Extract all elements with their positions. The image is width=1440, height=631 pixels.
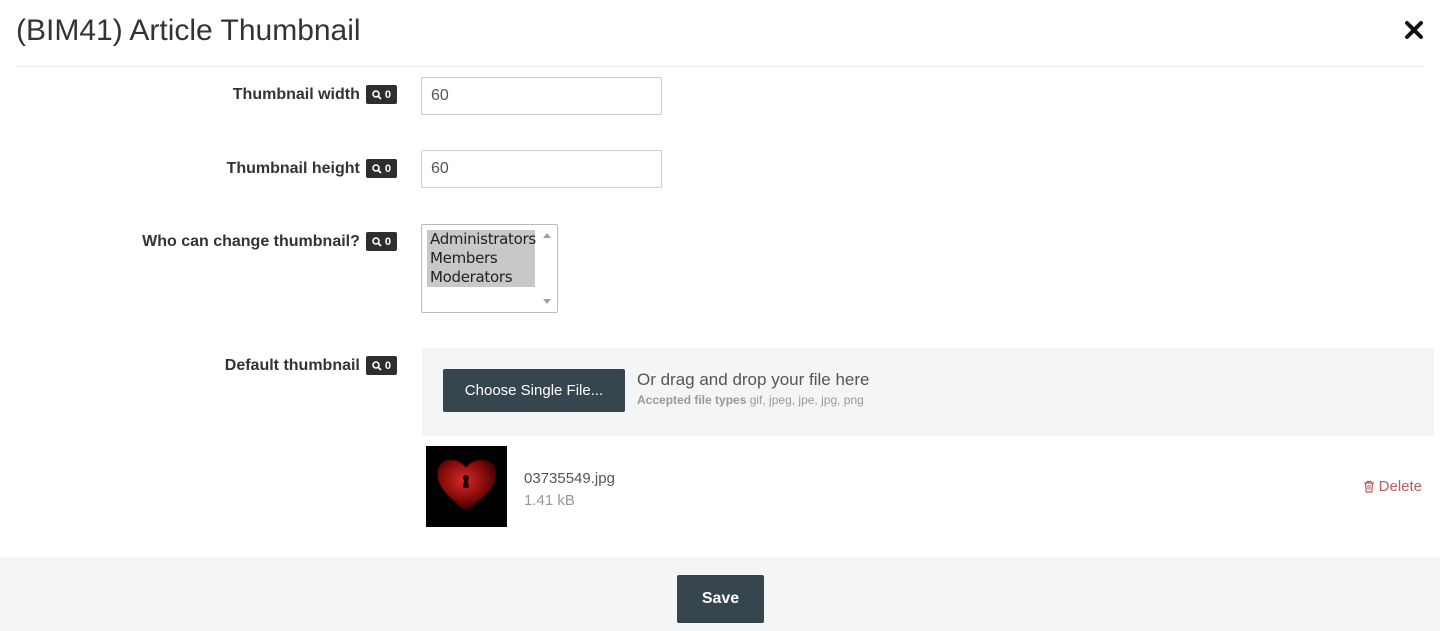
file-drop-zone[interactable]: Choose Single File... Or drag and drop y… <box>422 348 1434 436</box>
thumbnail-height-label-group: Thumbnail height 0 <box>227 159 397 178</box>
file-name: 03735549.jpg <box>524 470 615 487</box>
default-thumbnail-label-group: Default thumbnail 0 <box>225 356 397 375</box>
option-moderators[interactable]: Moderators <box>427 268 535 287</box>
scroll-up-icon[interactable] <box>543 233 551 238</box>
thumbnail-height-input[interactable] <box>421 150 662 188</box>
close-button[interactable] <box>1402 16 1426 44</box>
header-divider <box>16 66 1424 67</box>
default-thumbnail-label: Default thumbnail <box>224 356 360 374</box>
accepted-types: gif, jpeg, jpe, jpg, png <box>749 393 864 407</box>
who-can-change-label-group: Who can change thumbnail? 0 <box>142 232 397 251</box>
delete-label: Delete <box>1378 478 1422 495</box>
thumbnail-height-label: Thumbnail height <box>226 159 360 177</box>
search-icon <box>372 163 382 174</box>
search-count-badge[interactable]: 0 <box>365 232 397 251</box>
badge-count: 0 <box>384 88 391 101</box>
choose-file-button[interactable]: Choose Single File... <box>443 369 625 412</box>
search-icon <box>372 89 382 100</box>
modal-footer: Save <box>0 557 1440 631</box>
thumbnail-width-input[interactable] <box>421 77 662 115</box>
badge-count: 0 <box>384 162 391 175</box>
badge-count: 0 <box>384 359 391 372</box>
file-thumbnail-image <box>426 446 507 527</box>
search-icon <box>372 236 382 247</box>
thumbnail-settings-modal: (BIM41) Article Thumbnail Thumbnail widt… <box>0 0 1440 631</box>
scroll-down-icon[interactable] <box>543 299 551 304</box>
search-count-badge[interactable]: 0 <box>365 85 397 104</box>
who-can-change-label: Who can change thumbnail? <box>142 232 360 250</box>
option-members[interactable]: Members <box>427 249 535 268</box>
modal-title: (BIM41) Article Thumbnail <box>16 14 361 47</box>
modal-header: (BIM41) Article Thumbnail <box>0 0 1440 66</box>
scrollbar[interactable] <box>537 225 557 312</box>
file-size: 1.41 kB <box>524 492 575 509</box>
badge-count: 0 <box>384 235 391 248</box>
option-administrators[interactable]: Administrators <box>427 230 536 249</box>
who-can-change-multiselect[interactable]: Administrators Members Moderators <box>421 224 558 313</box>
accepted-label: Accepted file types <box>637 393 747 407</box>
search-icon <box>372 360 382 371</box>
thumbnail-width-label-group: Thumbnail width 0 <box>233 85 397 104</box>
search-count-badge[interactable]: 0 <box>365 159 397 178</box>
thumbnail-width-label: Thumbnail width <box>232 85 360 103</box>
accepted-file-types: Accepted file types gif, jpeg, jpe, jpg,… <box>637 393 864 407</box>
trash-icon <box>1363 480 1374 493</box>
drop-hint: Or drag and drop your file here <box>637 370 870 389</box>
search-count-badge[interactable]: 0 <box>365 356 397 375</box>
close-icon <box>1405 21 1423 39</box>
save-button[interactable]: Save <box>677 575 764 623</box>
uploaded-file-row: 03735549.jpg 1.41 kB Delete <box>426 446 1426 528</box>
delete-file-button[interactable]: Delete <box>1363 478 1422 495</box>
